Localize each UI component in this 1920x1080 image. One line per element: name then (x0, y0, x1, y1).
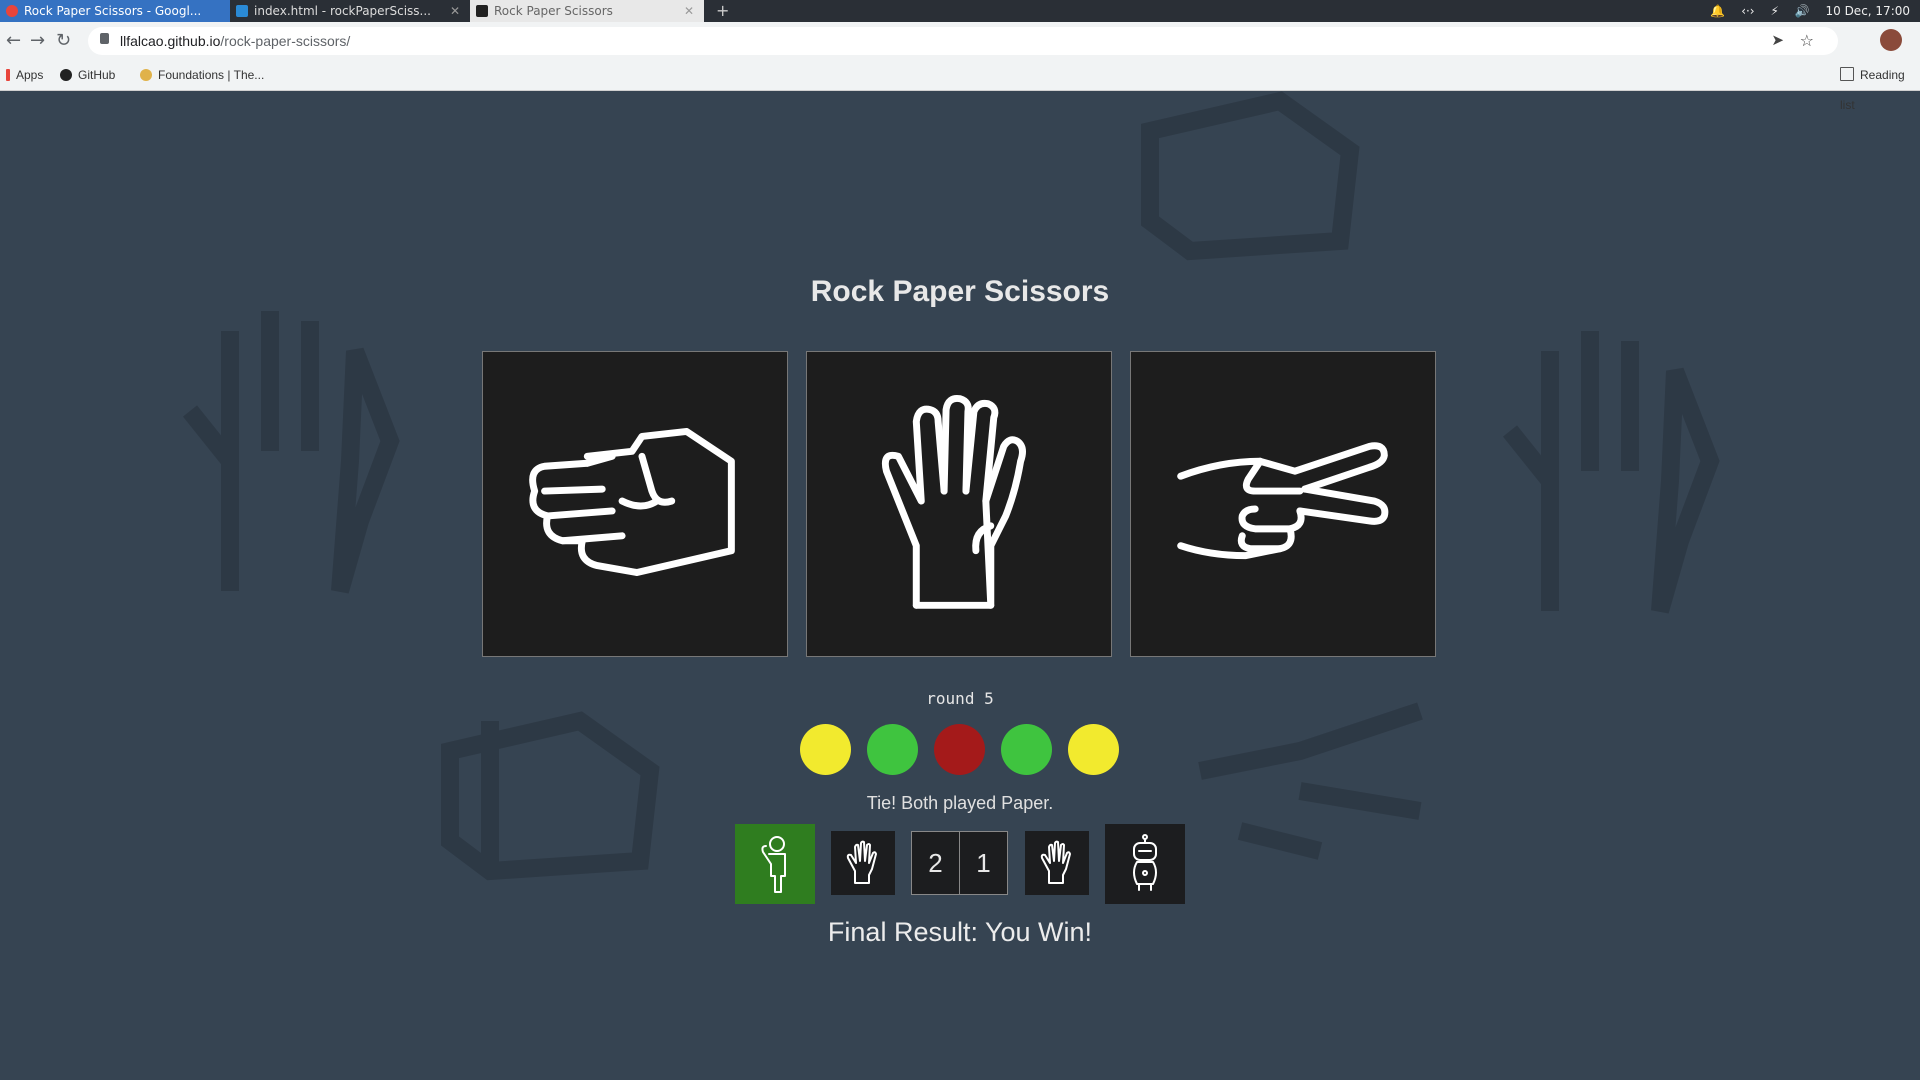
close-icon[interactable]: ✕ (684, 0, 694, 22)
bookmark-star-icon[interactable]: ☆ (1800, 31, 1814, 50)
player-avatar-tile (735, 824, 815, 904)
system-tray: 🔔 ‹·› ⚡ 🔊 10 Dec, 17:00 (1698, 0, 1910, 22)
tab-rock-paper-scissors-chrome[interactable]: Rock Paper Scissors - Googl... (0, 0, 230, 22)
apps-grid-icon (6, 69, 10, 81)
bookmark-apps[interactable]: Apps (6, 60, 43, 90)
round-result-dot-win (867, 724, 918, 775)
tab-label: Rock Paper Scissors (494, 4, 613, 18)
robot-icon (1133, 834, 1157, 891)
vscode-icon (236, 5, 248, 17)
round-result-dot-tie (1068, 724, 1119, 775)
reading-list-icon (1840, 67, 1854, 81)
computer-avatar-tile (1105, 824, 1185, 904)
address-bar[interactable]: llfalcao.github.io/rock-paper-scissors/ … (88, 27, 1838, 55)
person-icon (761, 836, 786, 893)
paper-button[interactable] (806, 351, 1112, 657)
final-result: Final Result: You Win! (827, 917, 1093, 947)
network-icon[interactable]: ‹·› (1741, 4, 1754, 18)
bookmarks-bar: Apps GitHub Foundations | The... Reading… (0, 60, 1920, 112)
reload-icon[interactable]: ↻ (56, 30, 71, 51)
round-result-dot-win (1001, 724, 1052, 775)
bookmark-github[interactable]: GitHub (60, 60, 115, 90)
tab-vscode-index[interactable]: index.html - rockPaperSciss... ✕ (230, 0, 470, 22)
rock-hand-icon (529, 428, 735, 577)
computer-move-tile (1025, 831, 1089, 895)
page-title: Rock Paper Scissors (810, 275, 1110, 308)
background-fist-icon (1141, 91, 1360, 261)
player-move-tile (831, 831, 895, 895)
send-icon[interactable]: ➤ (1771, 31, 1784, 49)
bell-icon[interactable]: 🔔 (1710, 4, 1725, 18)
lock-icon (100, 33, 109, 44)
scissors-hand-icon (1177, 442, 1389, 560)
round-message: Tie! Both played Paper. (866, 793, 1054, 813)
chrome-icon (6, 5, 18, 17)
round-label: round 5 (926, 689, 994, 708)
os-top-bar: Rock Paper Scissors - Googl... index.htm… (0, 0, 1920, 22)
round-results (800, 724, 1120, 776)
clock[interactable]: 10 Dec, 17:00 (1825, 4, 1910, 18)
round-result-dot-loss (934, 724, 985, 775)
volume-icon[interactable]: 🔊 (1795, 4, 1810, 18)
computer-score: 1 (959, 831, 1008, 895)
close-icon[interactable]: ✕ (450, 0, 460, 22)
forward-arrow-icon[interactable]: → (30, 30, 45, 51)
player-score: 2 (911, 831, 960, 895)
profile-avatar[interactable] (1880, 29, 1902, 51)
browser-toolbar: ← → ↻ llfalcao.github.io/rock-paper-scis… (0, 22, 1920, 60)
bookmark-foundations[interactable]: Foundations | The... (140, 60, 264, 90)
background-hand-icon (1502, 331, 1720, 614)
paper-hand-icon (881, 394, 1026, 609)
background-fist-icon (441, 711, 660, 881)
browser-tabstrip: Rock Paper Scissors - Googl... index.htm… (0, 0, 729, 22)
url-text[interactable]: llfalcao.github.io/rock-paper-scissors/ (120, 27, 350, 55)
tab-label: Rock Paper Scissors - Googl... (24, 4, 202, 18)
back-arrow-icon[interactable]: ← (6, 30, 21, 51)
power-icon[interactable]: ⚡ (1770, 4, 1778, 18)
tab-label: index.html - rockPaperSciss... (254, 4, 431, 18)
background-hand-icon (182, 311, 400, 594)
paper-hand-icon (846, 840, 877, 884)
tab-rock-paper-scissors-active[interactable]: Rock Paper Scissors ✕ (470, 0, 704, 22)
github-icon (60, 69, 72, 81)
paper-hand-icon (1040, 840, 1071, 884)
game-page: Rock Paper Scissors round 5 Tie! Both pl… (0, 91, 1920, 1080)
rock-button[interactable] (482, 351, 788, 657)
round-result-dot-tie (800, 724, 851, 775)
odin-icon (476, 5, 488, 17)
new-tab-button[interactable]: + (716, 0, 729, 22)
scissors-button[interactable] (1130, 351, 1436, 657)
odin-icon (140, 69, 152, 81)
